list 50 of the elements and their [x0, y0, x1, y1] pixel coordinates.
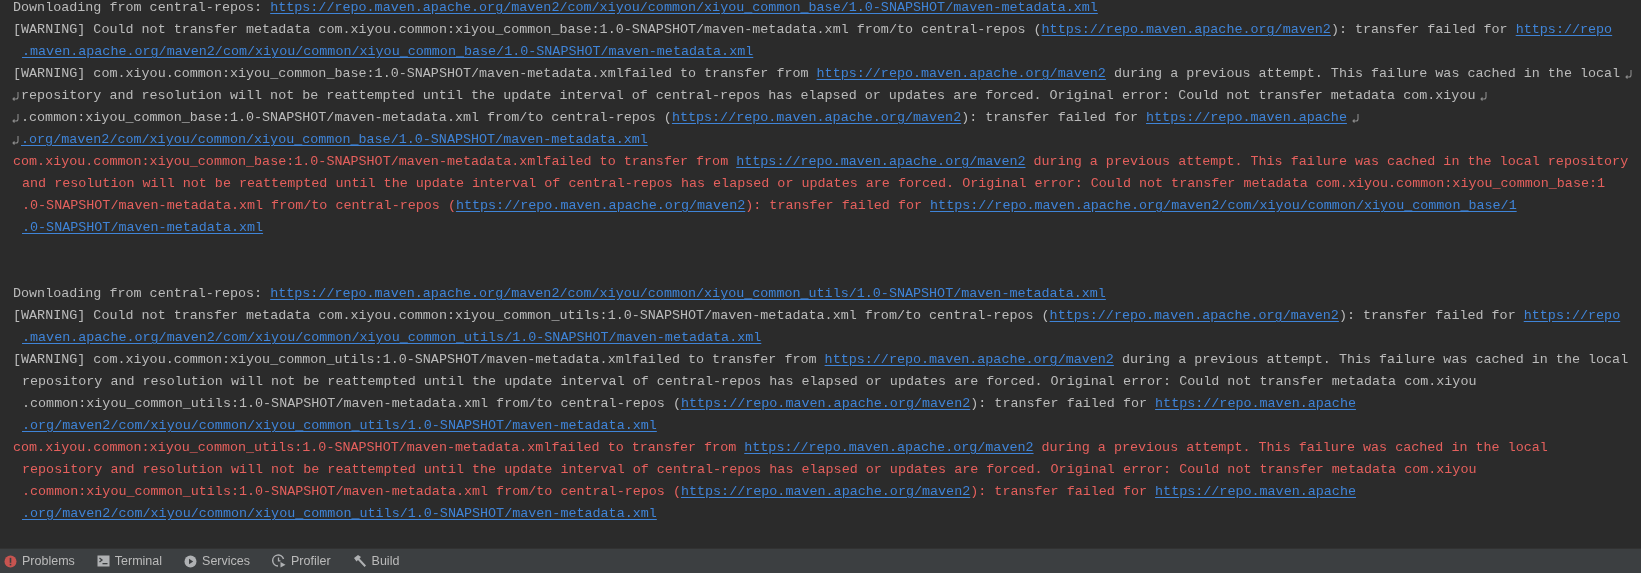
link[interactable]: https://repo.maven.apache.org/maven2	[744, 440, 1034, 455]
link[interactable]: https://repo.maven.apache.org/maven2/com/xiyou/common/xiyou_common_base/1	[930, 198, 1517, 213]
log-line: Downloading from central-repos: https://repo.maven.apache.org/maven2/com/xiyou/common/xiyou_common_base/1.0-SNAPSHOT/maven-metadata.xml	[13, 0, 1098, 17]
link[interactable]: https://repo.maven.apache.org/maven2	[1049, 308, 1339, 323]
link[interactable]: .maven.apache.org/maven2/com/xiyou/common/xiyou_common_utils/1.0-SNAPSHOT/maven-metadata.xml	[22, 330, 762, 345]
tool-window-tab[interactable]: Profiler	[270, 549, 333, 573]
link[interactable]: https://repo.maven.apache	[1146, 110, 1347, 125]
error-line: and resolution will not be reattempted until the update interval of central-repos has elapsed or updates are forced. Original error: Could not transfer metadata com.xiyou.common:xiyou_common_base:1	[22, 175, 1606, 193]
log-line: [WARNING] com.xiyou.common:xiyou_common_utils:1.0-SNAPSHOT/maven-metadata.xmlfailed to transfer from https://repo.maven.apache.org/maven2 during a previous attempt. This failure was cached in the local	[13, 351, 1629, 369]
link[interactable]: https://repo.maven.apache.org/maven2	[824, 352, 1114, 367]
link[interactable]: https://repo.maven.apache.org/maven2	[1041, 22, 1331, 37]
link[interactable]: https://repo.maven.apache.org/maven2	[455, 198, 746, 213]
link[interactable]: https://repo.maven.apache.org/maven2	[680, 484, 971, 499]
link[interactable]: .org/maven2/com/xiyou/common/xiyou_common_base/1.0-SNAPSHOT/maven-metadata.xml	[21, 132, 648, 147]
link[interactable]: https://repo	[1523, 308, 1621, 323]
link[interactable]: https://repo.maven.apache	[1155, 484, 1356, 499]
tool-window-tab[interactable]: Terminal	[94, 549, 165, 573]
log-line: Downloading from central-repos: https://repo.maven.apache.org/maven2/com/xiyou/common/xiyou_common_utils/1.0-SNAPSHOT/maven-metadata.xml	[13, 285, 1106, 303]
link[interactable]: .org/maven2/com/xiyou/common/xiyou_common_utils/1.0-SNAPSHOT/maven-metadata.xml	[22, 418, 657, 433]
play-icon	[184, 554, 198, 568]
error-line: com.xiyou.common:xiyou_common_utils:1.0-SNAPSHOT/maven-metadata.xmlfailed to transfer from https://repo.maven.apache.org/maven2 during a previous attempt. This failure was cached in the local	[13, 439, 1548, 457]
log-line: [WARNING] com.xiyou.common:xiyou_common_base:1.0-SNAPSHOT/maven-metadata.xmlfailed to transfer from https://repo.maven.apache.org/maven2 during a previous attempt. This failure was cached in the local	[13, 65, 1621, 83]
log-line: repository and resolution will not be reattempted until the update interval of central-repos has elapsed or updates are forced. Original error: Could not transfer metadata com.xiyou	[21, 87, 1476, 105]
log-line: [WARNING] Could not transfer metadata com.xiyou.common:xiyou_common_base:1.0-SNAPSHOT/maven-metadata.xml from/to central-repos (https://repo.maven.apache.org/maven2): transfer failed for https://repo	[13, 21, 1613, 39]
error-line: repository and resolution will not be reattempted until the update interval of central-repos has elapsed or updates are forced. Original error: Could not transfer metadata com.xiyou	[22, 461, 1477, 479]
error-line: .0-SNAPSHOT/maven-metadata.xml from/to central-repos (https://repo.maven.apache.org/maven2): transfer failed for https://repo.maven.apache.org/maven2/com/xiyou/common/xiyou_common_base/1	[22, 197, 1517, 215]
link[interactable]: https://repo.maven.apache.org/maven2	[671, 110, 962, 125]
tool-window-tab[interactable]: Problems	[2, 549, 77, 573]
log-line: .common:xiyou_common_base:1.0-SNAPSHOT/maven-metadata.xml from/to central-repos (https://repo.maven.apache.org/maven2): transfer failed for https://repo.maven.apache	[21, 109, 1347, 127]
link[interactable]: https://repo.maven.apache.org/maven2/com/xiyou/common/xiyou_common_utils/1.0-SNAPSHOT/maven-metadata.xml	[270, 286, 1106, 301]
link[interactable]: https://repo.maven.apache	[1155, 396, 1356, 411]
link[interactable]: https://repo.maven.apache.org/maven2/com/xiyou/common/xiyou_common_base/1.0-SNAPSHOT/maven-metadata.xml	[270, 0, 1098, 15]
tool-window-tab[interactable]: Services	[182, 549, 252, 573]
link[interactable]: https://repo	[1515, 22, 1613, 37]
clock-play-icon	[272, 554, 286, 568]
error-line: .common:xiyou_common_utils:1.0-SNAPSHOT/maven-metadata.xml from/to central-repos (https://repo.maven.apache.org/maven2): transfer failed for https://repo.maven.apache	[22, 483, 1356, 501]
hammer-icon	[352, 554, 367, 568]
link[interactable]: https://repo.maven.apache.org/maven2	[736, 154, 1026, 169]
link[interactable]: .maven.apache.org/maven2/com/xiyou/common/xiyou_common_base/1.0-SNAPSHOT/maven-metadata.xml	[22, 44, 754, 59]
log-line: .common:xiyou_common_utils:1.0-SNAPSHOT/maven-metadata.xml from/to central-repos (https://repo.maven.apache.org/maven2): transfer failed for https://repo.maven.apache	[22, 395, 1356, 413]
link[interactable]: .0-SNAPSHOT/maven-metadata.xml	[22, 220, 264, 235]
log-line: repository and resolution will not be reattempted until the update interval of central-repos has elapsed or updates are forced. Original error: Could not transfer metadata com.xiyou	[22, 373, 1477, 391]
log-line: [WARNING] Could not transfer metadata com.xiyou.common:xiyou_common_utils:1.0-SNAPSHOT/maven-metadata.xml from/to central-repos (https://repo.maven.apache.org/maven2): transfer failed for https://repo	[13, 307, 1621, 325]
tool-window-tab[interactable]: Build	[350, 549, 402, 573]
terminal-icon	[96, 555, 110, 567]
error-icon	[4, 554, 17, 568]
error-line: com.xiyou.common:xiyou_common_base:1.0-SNAPSHOT/maven-metadata.xmlfailed to transfer from https://repo.maven.apache.org/maven2 during a previous attempt. This failure was cached in the local repository	[13, 153, 1629, 171]
link[interactable]: https://repo.maven.apache.org/maven2	[816, 66, 1106, 81]
link[interactable]: https://repo.maven.apache.org/maven2	[680, 396, 971, 411]
link[interactable]: .org/maven2/com/xiyou/common/xiyou_common_utils/1.0-SNAPSHOT/maven-metadata.xml	[22, 506, 657, 521]
